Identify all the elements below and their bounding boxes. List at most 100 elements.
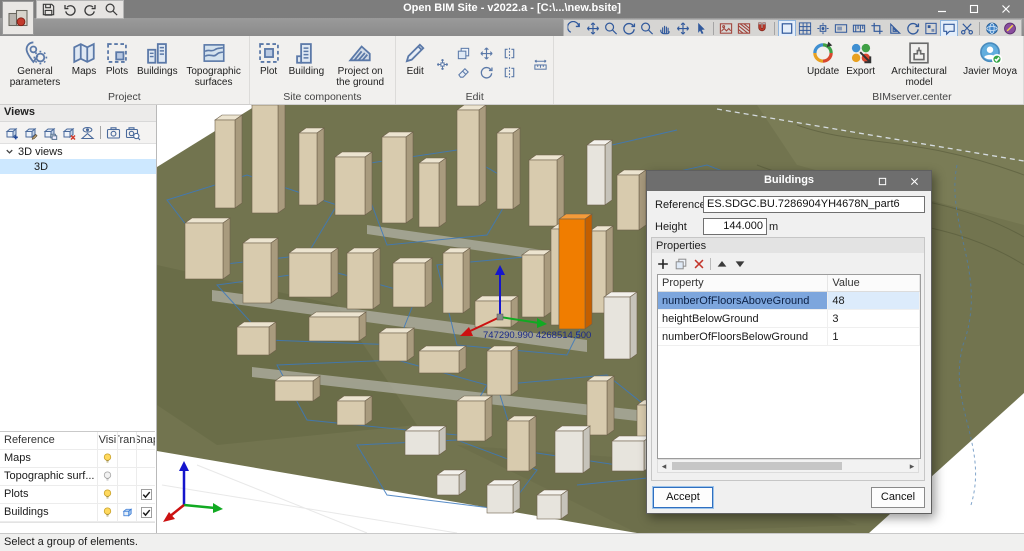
mirror-v-button[interactable] [499,65,519,81]
ribbon-group-bimserver: Update Export Architectural model Javier… [801,36,1024,104]
grid-icon[interactable] [797,21,813,36]
help-book-icon[interactable] [1002,21,1018,36]
mirror-h-button[interactable] [499,46,519,62]
capture-zoom-icon[interactable] [124,125,141,141]
architectural-model-button[interactable]: Architectural model [887,38,951,90]
scroll-left-arrow[interactable]: ◂ [658,460,670,472]
zoom-icon[interactable] [104,2,119,17]
zoom-window-icon[interactable] [639,21,655,36]
ortho-mode-icon[interactable] [778,19,796,37]
clipping-icon[interactable] [869,21,885,36]
view-orientation-icon[interactable] [79,125,96,141]
move-down-button[interactable] [733,257,747,271]
building-button[interactable]: Building [286,38,328,80]
maximize-button[interactable] [960,0,988,18]
project-on-ground-button[interactable]: Project on the ground [328,38,392,90]
move-button[interactable] [476,46,496,62]
scroll-right-arrow[interactable]: ▸ [906,460,918,472]
set-square-icon[interactable] [887,21,903,36]
image-edit-icon[interactable] [718,21,734,36]
property-row[interactable]: heightBelowGround 3 [658,309,920,328]
views-panel-toolbar [0,122,156,144]
dialog-title-bar[interactable]: Buildings [647,171,931,191]
save-icon[interactable] [41,2,56,17]
redo-icon[interactable] [83,2,98,17]
add-property-button[interactable] [656,257,670,271]
edit-node-button[interactable] [432,56,452,72]
visible-bulb-icon[interactable] [101,452,114,465]
hidden-bulb-icon[interactable] [101,470,114,483]
cut-icon[interactable] [959,21,975,36]
user-account-button[interactable]: Javier Moya [960,38,1020,80]
duplicate-view-icon[interactable] [41,125,58,141]
measure-button[interactable] [530,56,550,72]
height-input[interactable]: 144.000 [703,218,767,235]
image-mask-icon[interactable] [736,21,752,36]
maps-button[interactable]: Maps [68,38,100,80]
zoom-icon[interactable] [603,21,619,36]
web-globe-icon[interactable] [984,21,1000,36]
move-up-button[interactable] [715,257,729,271]
ribbon: General parameters Maps Plots Buildings … [0,36,1024,105]
new-view-icon[interactable] [3,125,20,141]
update-button[interactable]: Update [804,38,842,80]
edit-view-icon[interactable] [22,125,39,141]
orbit-icon[interactable] [621,21,637,36]
status-text: Select a group of elements. [4,536,138,548]
snap-point-icon[interactable] [815,21,831,36]
plot-button[interactable]: Plot [253,38,285,80]
capture-icon[interactable] [105,125,122,141]
property-row[interactable]: numberOfFloorsBelowGround 1 [658,327,920,346]
rotate-button[interactable] [476,65,496,81]
tree-group-3d-views[interactable]: 3D views [0,144,156,159]
tree-item-3d[interactable]: 3D [0,159,156,174]
ribbon-group-site-components: Plot Building Project on the ground Site… [250,36,397,104]
view-previous-icon[interactable] [567,21,583,36]
work-planes-icon[interactable] [833,21,849,36]
move-view-icon[interactable] [675,21,691,36]
plots-button[interactable]: Plots [101,38,133,80]
layer-palette-icon[interactable] [923,21,939,36]
zoom-extents-icon[interactable] [585,21,601,36]
scrollbar-thumb[interactable] [672,462,842,470]
snap-magnet-icon[interactable] [754,21,770,36]
group-caption: Site components [283,91,362,103]
edit-button[interactable]: Edit [399,38,431,80]
delete-view-icon[interactable] [60,125,77,141]
close-button[interactable] [992,0,1020,18]
visible-bulb-icon[interactable] [101,506,114,519]
undo-icon[interactable] [62,2,77,17]
dialog-maximize-button[interactable] [867,171,897,191]
layer-row-maps[interactable]: Maps [0,450,155,468]
buildings-button[interactable]: Buildings [134,38,181,80]
erase-button[interactable] [453,65,473,81]
reference-input[interactable]: ES.SDGC.BU.7286904YH4678N_part6 [703,196,925,213]
general-parameters-button[interactable]: General parameters [3,38,67,90]
copy-property-button[interactable] [674,257,688,271]
export-button[interactable]: Export [843,38,878,80]
visible-bulb-icon[interactable] [101,488,114,501]
ground-icon [347,40,373,66]
select-window-icon[interactable] [693,21,709,36]
dimensions-icon[interactable] [851,21,867,36]
dialog-close-button[interactable] [899,171,929,191]
transparency-cube-icon[interactable] [121,506,134,519]
minimize-button[interactable] [928,0,956,18]
property-row[interactable]: numberOfFloorsAboveGround 48 [658,291,920,310]
accept-button[interactable]: Accept [653,487,713,508]
snap-checkbox[interactable] [140,506,153,519]
snap-checkbox[interactable] [140,488,153,501]
layer-row-topographic-surfaces[interactable]: Topographic surf... [0,468,155,486]
horizontal-scrollbar[interactable]: ◂ ▸ [657,459,919,473]
rotate-view-icon[interactable] [905,21,921,36]
comments-icon[interactable] [940,19,958,37]
layer-row-plots[interactable]: Plots [0,486,155,504]
topographic-surfaces-button[interactable]: Topographic surfaces [182,38,246,90]
chevron-down-icon[interactable] [4,146,15,157]
layer-row-buildings[interactable]: Buildings [0,504,155,522]
delete-property-button[interactable] [692,257,706,271]
copy-button[interactable] [453,46,473,62]
pan-icon[interactable] [657,21,673,36]
cancel-button[interactable]: Cancel [871,487,925,508]
app-icon[interactable] [2,1,34,35]
